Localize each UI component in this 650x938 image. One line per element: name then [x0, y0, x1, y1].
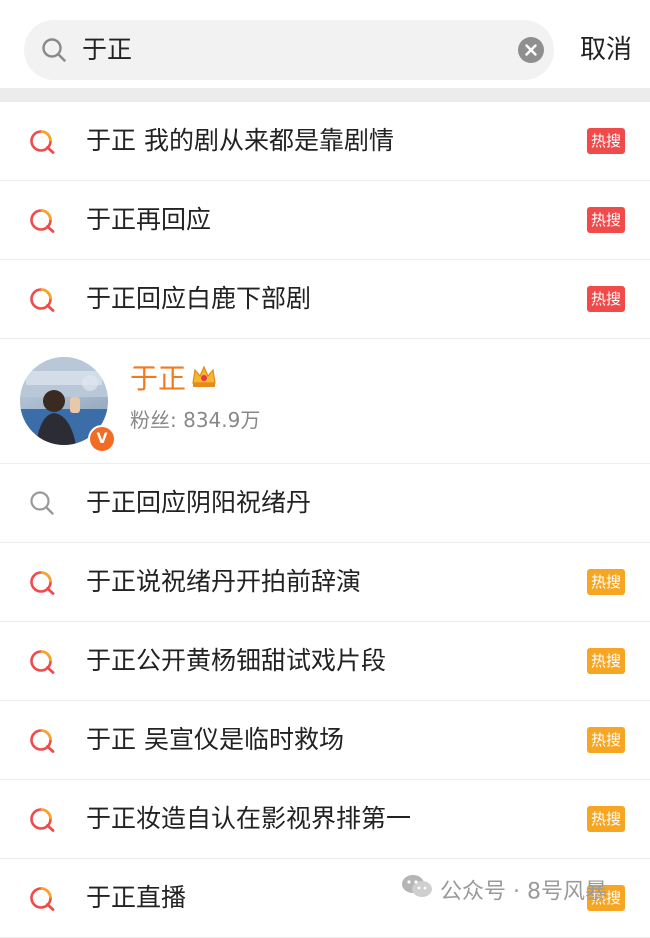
hot-badge: 热搜 — [587, 806, 625, 832]
suggestion-label: 于正 吴宣仪是临时救场 — [86, 725, 344, 754]
fans-count: 粉丝: 834.9万 — [130, 408, 261, 432]
hot-search-icon — [28, 568, 56, 596]
search-icon — [28, 489, 56, 517]
search-input[interactable]: 于正 — [82, 20, 132, 80]
suggestion-label: 于正 我的剧从来都是靠剧情 — [86, 126, 394, 155]
search-box[interactable]: 于正 — [24, 20, 554, 80]
suggestion-row[interactable]: 于正 吴宣仪是临时救场 热搜 — [0, 701, 650, 780]
suggestion-row[interactable]: 于正公开黄杨钿甜试戏片段 热搜 — [0, 622, 650, 701]
suggestion-row[interactable]: 于正 我的剧从来都是靠剧情 热搜 — [0, 102, 650, 181]
hot-badge: 热搜 — [587, 128, 625, 154]
suggestion-label: 于正再回应 — [86, 205, 212, 234]
search-header: 于正 取消 — [0, 0, 650, 88]
suggestion-row[interactable]: 于正妆造自认在影视界排第一 热搜 — [0, 780, 650, 859]
hot-badge: 热搜 — [587, 286, 625, 312]
hot-search-icon — [28, 884, 56, 912]
hot-search-icon — [28, 726, 56, 754]
user-result[interactable]: V 于正 粉丝: 834.9万 — [0, 339, 650, 464]
hot-search-icon — [28, 805, 56, 833]
suggestion-label: 于正妆造自认在影视界排第一 — [86, 804, 412, 833]
watermark-text: 公众号 · 8号风暴 — [440, 879, 607, 905]
hot-search-icon — [28, 647, 56, 675]
suggestion-label: 于正公开黄杨钿甜试戏片段 — [86, 646, 387, 675]
watermark: 公众号 · 8号风暴 — [400, 872, 607, 910]
user-name[interactable]: 于正 — [130, 359, 218, 400]
suggestion-row[interactable]: 于正再回应 热搜 — [0, 181, 650, 260]
suggestion-label: 于正说祝绪丹开拍前辞演 — [86, 567, 362, 596]
suggestion-row[interactable]: 于正回应阴阳祝绪丹 — [0, 464, 650, 543]
hot-search-icon — [28, 206, 56, 234]
cancel-button[interactable]: 取消 — [580, 20, 632, 80]
search-icon — [40, 36, 68, 64]
hot-search-icon — [28, 127, 56, 155]
suggestion-label: 于正回应阴阳祝绪丹 — [86, 488, 312, 517]
suggestion-row[interactable]: 于正回应白鹿下部剧 热搜 — [0, 260, 650, 339]
hot-badge: 热搜 — [587, 569, 625, 595]
divider — [0, 88, 650, 102]
wechat-icon — [400, 872, 434, 913]
crown-icon — [190, 360, 218, 400]
hot-badge: 热搜 — [587, 207, 625, 233]
suggestion-row[interactable]: 于正说祝绪丹开拍前辞演 热搜 — [0, 543, 650, 622]
verified-badge: V — [88, 425, 116, 453]
hot-search-icon — [28, 285, 56, 313]
suggestion-label: 于正回应白鹿下部剧 — [86, 284, 312, 313]
suggestion-list: 于正 我的剧从来都是靠剧情 热搜 于正再回应 热搜 于正回应白鹿下部剧 热搜 V 于正 粉… — [0, 102, 650, 938]
user-name-text: 于正 — [130, 362, 187, 395]
suggestion-label: 于正直播 — [86, 883, 187, 912]
hot-badge: 热搜 — [587, 727, 625, 753]
hot-badge: 热搜 — [587, 648, 625, 674]
clear-icon[interactable] — [518, 37, 544, 63]
